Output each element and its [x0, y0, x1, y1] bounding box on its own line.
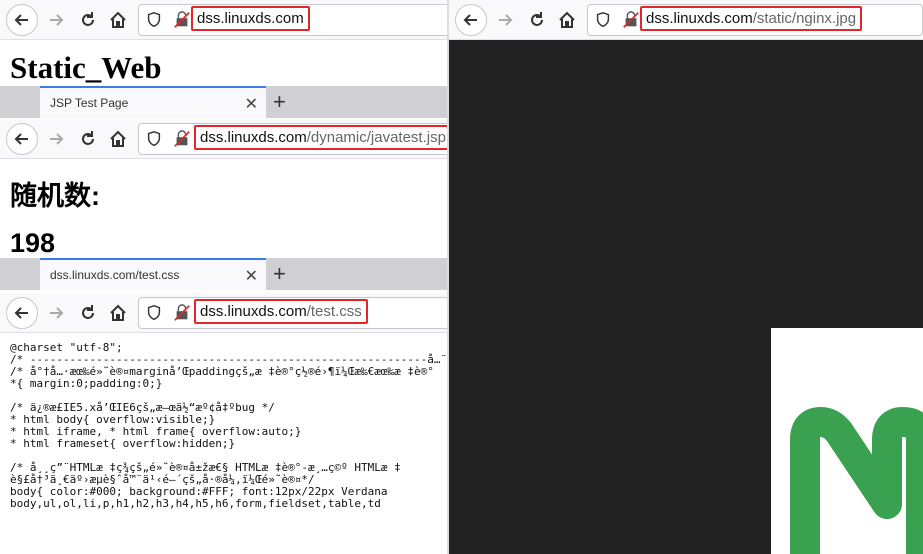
back-arrow-icon	[463, 14, 477, 26]
tab-title: dss.linuxds.com/test.css	[50, 268, 180, 282]
insecure-lock-icon	[174, 130, 190, 147]
url-path: /test.css	[306, 303, 362, 320]
url-host: dss.linuxds.com	[200, 303, 307, 320]
back-arrow-icon	[14, 14, 28, 26]
back-button[interactable]	[6, 297, 38, 329]
reload-icon[interactable]	[78, 303, 98, 323]
navigation-toolbar: dss.linuxds.com	[0, 0, 447, 40]
home-icon[interactable]	[557, 10, 577, 30]
css-window: dss.linuxds.com/test.css ✕ + dss.linuxds…	[0, 258, 447, 554]
random-number-value: 198	[10, 228, 56, 258]
close-icon[interactable]: ✕	[245, 94, 258, 114]
url-text[interactable]: dss.linuxds.com/static/nginx.jpg	[640, 6, 863, 31]
reload-icon[interactable]	[78, 10, 98, 30]
home-icon[interactable]	[108, 10, 128, 30]
shield-icon	[147, 12, 161, 28]
url-text[interactable]: dss.linuxds.com	[191, 6, 310, 31]
jsp-window: JSP Test Page ✕ + dss.linuxds.com/dynami…	[0, 86, 447, 258]
insecure-lock-icon	[174, 304, 190, 321]
random-number-label: 随机数:	[10, 181, 100, 211]
url-text[interactable]: dss.linuxds.com/dynamic/javatest.jsp	[194, 125, 447, 150]
image-window: dss.linuxds.com/static/nginx.jpg	[447, 0, 923, 554]
forward-arrow-icon[interactable]	[46, 129, 66, 149]
shield-icon	[147, 305, 161, 321]
css-line: *{ margin:0;padding:0;}	[10, 377, 163, 390]
address-bar[interactable]: dss.linuxds.com/test.css	[138, 297, 447, 329]
address-bar[interactable]: dss.linuxds.com/dynamic/javatest.jsp	[138, 123, 447, 155]
home-icon[interactable]	[108, 303, 128, 323]
url-host: dss.linuxds.com	[646, 10, 753, 27]
shield-icon	[596, 12, 610, 28]
url-host: dss.linuxds.com	[200, 129, 307, 146]
css-line: body,ul,ol,li,p,h1,h2,h3,h4,h5,h6,form,f…	[10, 497, 381, 510]
reload-icon[interactable]	[527, 10, 547, 30]
forward-arrow-icon[interactable]	[46, 10, 66, 30]
css-source-text: @charset "utf-8";/* --------------------…	[10, 342, 447, 510]
tab-jsp-test-page[interactable]: JSP Test Page ✕	[40, 86, 266, 118]
insecure-lock-icon	[174, 11, 190, 28]
url-host: dss.linuxds.com	[197, 10, 304, 27]
shield-icon	[147, 131, 161, 147]
url-path: /static/nginx.jpg	[752, 10, 857, 27]
navigation-toolbar: dss.linuxds.com/static/nginx.jpg	[449, 0, 923, 40]
back-arrow-icon	[14, 307, 28, 319]
navigation-toolbar: dss.linuxds.com/test.css	[0, 293, 447, 333]
plus-icon[interactable]: +	[273, 261, 286, 287]
back-button[interactable]	[6, 4, 38, 36]
page-heading: Static_Web	[10, 50, 162, 85]
tab-strip: JSP Test Page ✕ +	[0, 86, 447, 118]
nginx-image	[771, 328, 923, 554]
tab-title: JSP Test Page	[50, 96, 129, 110]
tab-strip: dss.linuxds.com/test.css ✕ +	[0, 258, 447, 290]
address-bar[interactable]: dss.linuxds.com	[138, 4, 447, 36]
back-button[interactable]	[455, 4, 487, 36]
close-icon[interactable]: ✕	[245, 266, 258, 286]
address-bar[interactable]: dss.linuxds.com/static/nginx.jpg	[587, 4, 923, 36]
back-button[interactable]	[6, 123, 38, 155]
home-icon[interactable]	[108, 129, 128, 149]
nginx-logo	[790, 407, 923, 554]
url-path: /dynamic/javatest.jsp	[306, 129, 446, 146]
insecure-lock-icon	[623, 11, 639, 28]
forward-arrow-icon[interactable]	[495, 10, 515, 30]
forward-arrow-icon[interactable]	[46, 303, 66, 323]
reload-icon[interactable]	[78, 129, 98, 149]
static-web-window: dss.linuxds.com Static_Web	[0, 0, 447, 90]
url-text[interactable]: dss.linuxds.com/test.css	[194, 299, 368, 324]
tab-test-css[interactable]: dss.linuxds.com/test.css ✕	[40, 258, 266, 290]
css-line: * html frameset{ overflow:hidden;}	[10, 437, 236, 450]
plus-icon[interactable]: +	[273, 89, 286, 115]
navigation-toolbar: dss.linuxds.com/dynamic/javatest.jsp	[0, 119, 447, 159]
back-arrow-icon	[14, 133, 28, 145]
